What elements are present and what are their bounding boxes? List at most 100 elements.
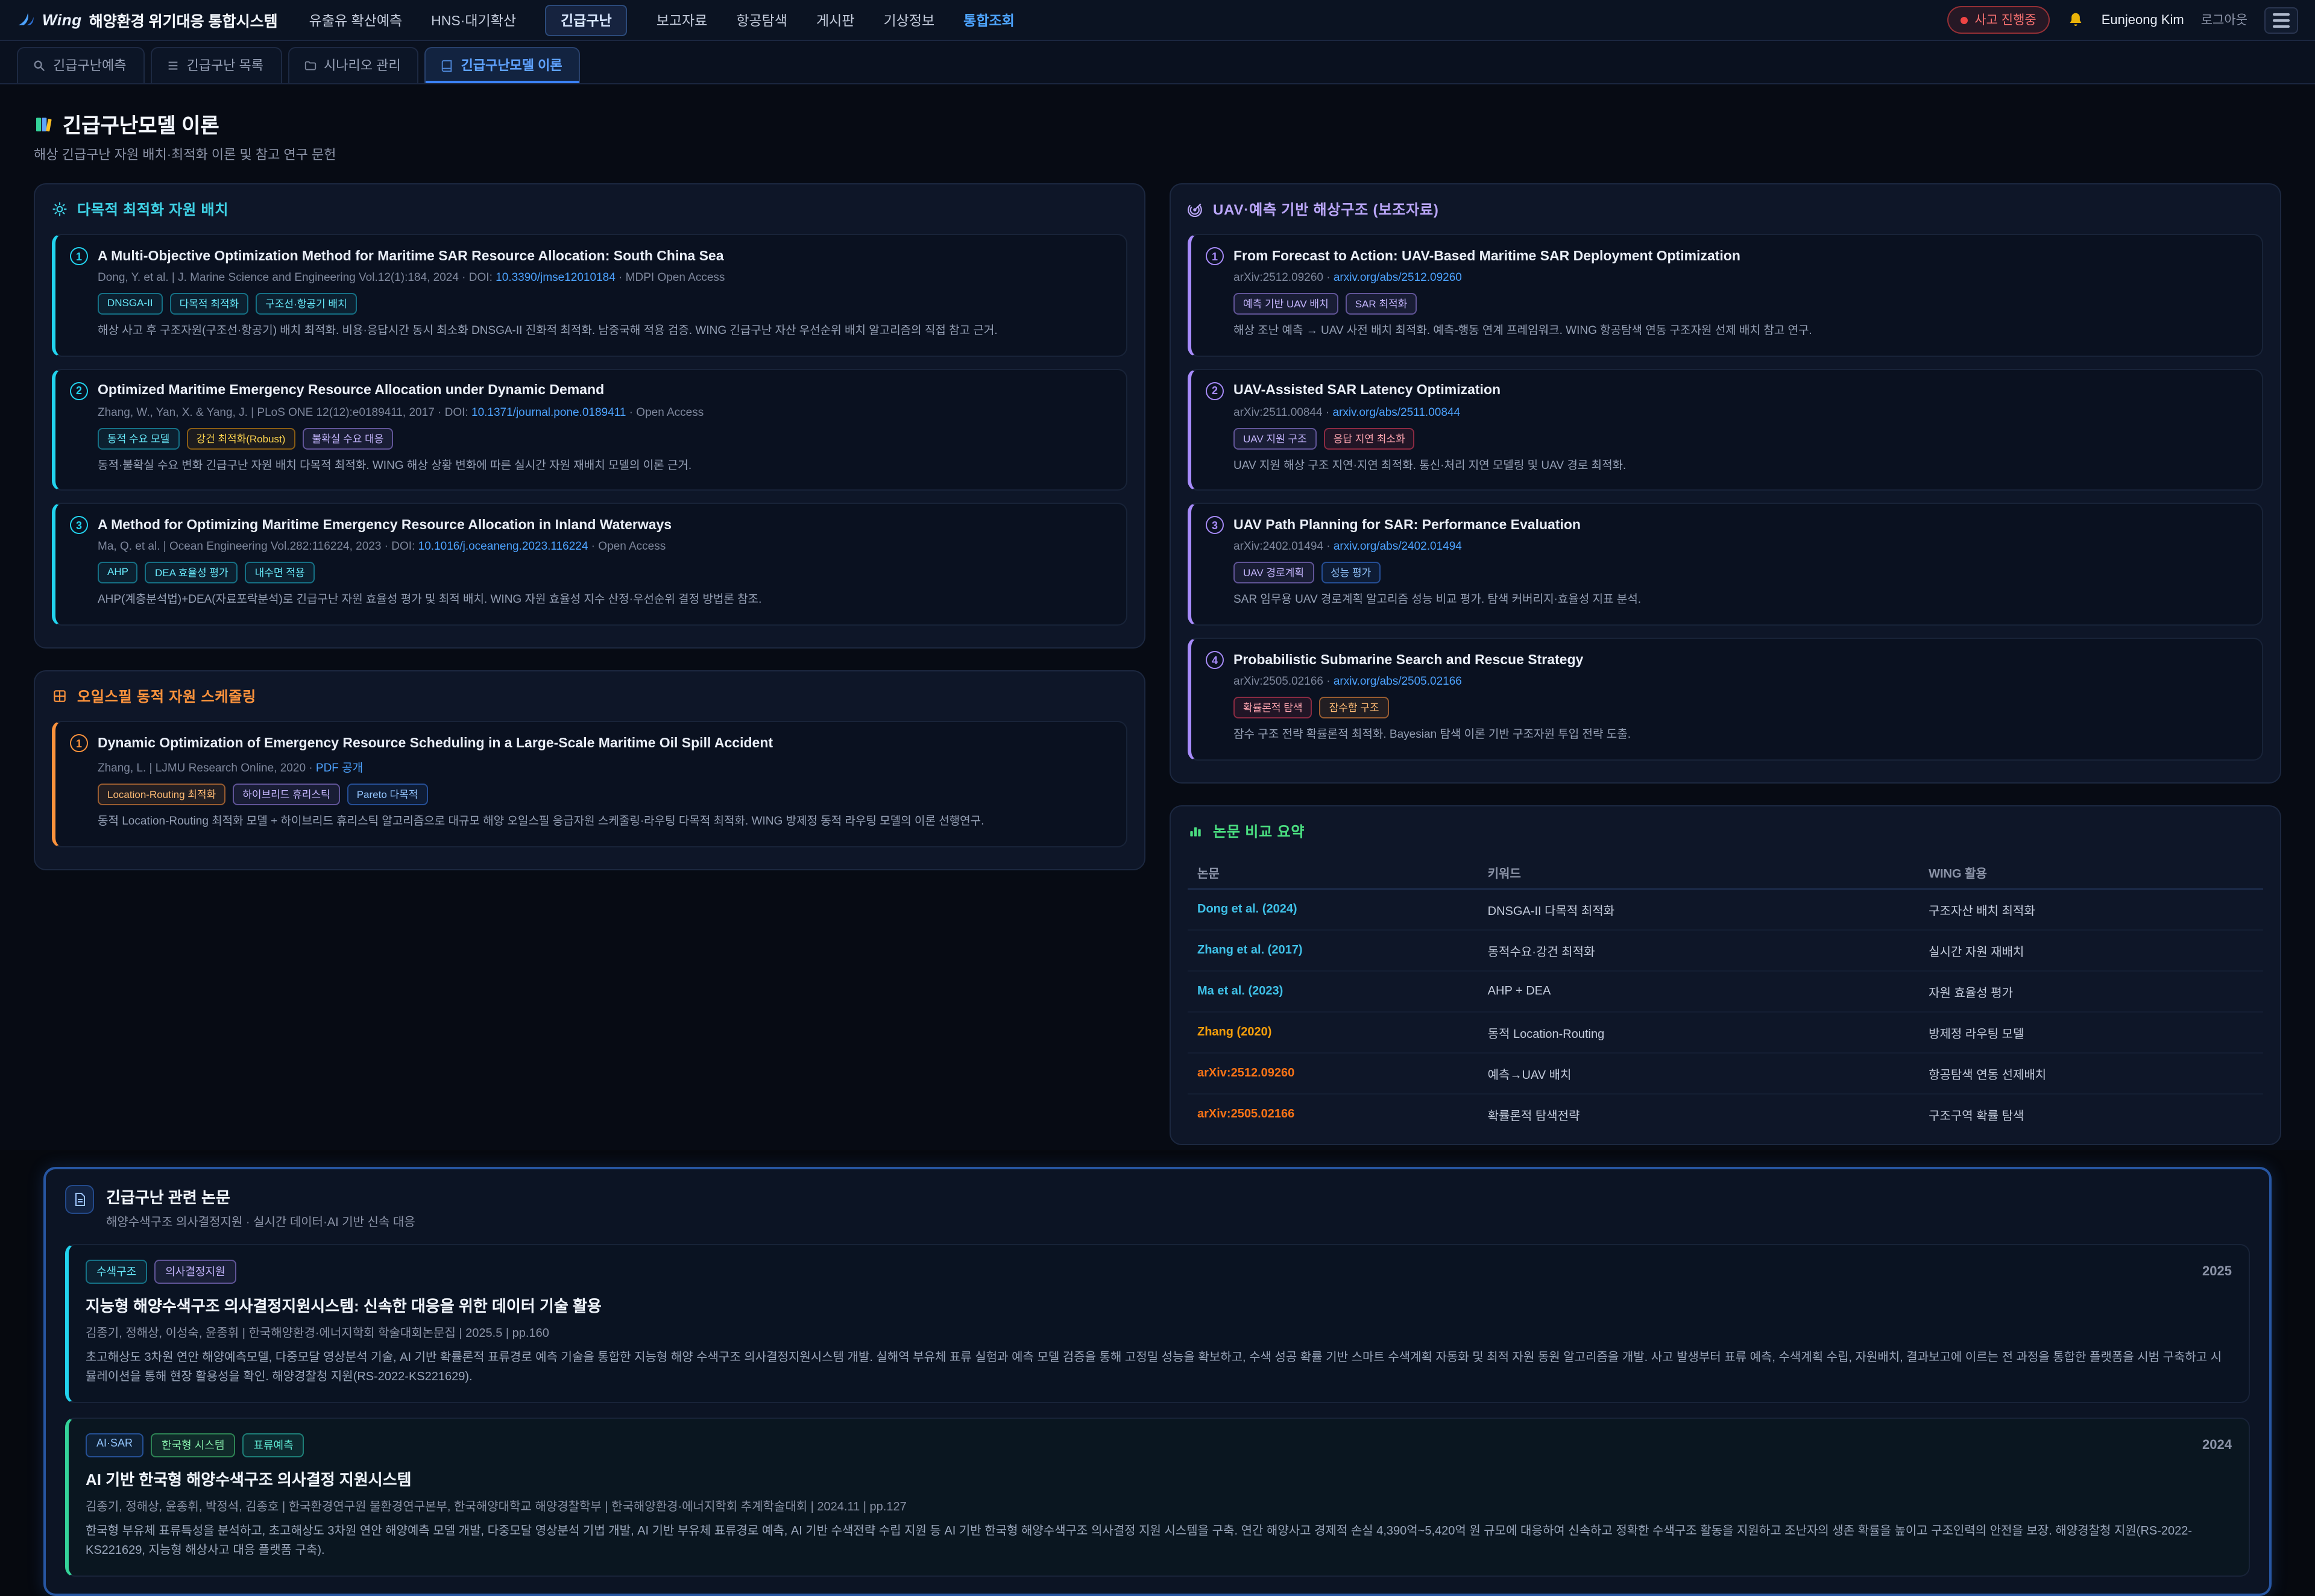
paper-link[interactable]: arXiv:2512.09260 <box>1188 1053 1478 1094</box>
paper-meta: arXiv:2505.02166 · arxiv.org/abs/2505.02… <box>1233 675 2247 688</box>
paper-tags: AHP DEA 효율성 평가 내수면 적용 <box>98 562 1112 584</box>
paper-tags: 예측 기반 UAV 배치 SAR 최적화 <box>1233 293 2247 315</box>
paper-title: Dynamic Optimization of Emergency Resour… <box>98 736 773 750</box>
table-row: arXiv:2512.09260 예측→UAV 배치 항공탐색 연동 선제배치 <box>1188 1053 2263 1094</box>
column-header: WING 활용 <box>1919 856 2263 889</box>
usage-cell: 구조자산 배치 최적화 <box>1919 889 2263 930</box>
publication-year: 2024 <box>2202 1438 2232 1453</box>
usage-cell: 구조구역 확률 탐색 <box>1919 1094 2263 1134</box>
paper-number-badge: 3 <box>1206 517 1224 535</box>
bell-icon[interactable] <box>2067 11 2085 29</box>
keyword-cell: 예측→UAV 배치 <box>1478 1053 1919 1094</box>
related-paper-card: AI·SAR 한국형 시스템 표류예측 2024 AI 기반 한국형 해양수색구… <box>65 1418 2250 1577</box>
tag: 불확실 수요 대응 <box>302 427 393 449</box>
incident-status-badge[interactable]: 사고 진행중 <box>1947 6 2049 34</box>
doi-link[interactable]: 10.1016/j.oceaneng.2023.116224 <box>418 541 588 554</box>
tag: 내수면 적용 <box>245 562 315 584</box>
nav-item-oil-spread[interactable]: 유출유 확산예측 <box>309 10 403 30</box>
search-icon <box>33 58 46 72</box>
table-header-row: 논문 키워드 WING 활용 <box>1188 856 2263 889</box>
paper-tags: 확률론적 탐색 잠수함 구조 <box>1233 697 2247 718</box>
hamburger-menu-button[interactable] <box>2264 7 2298 33</box>
paper-link[interactable]: Ma et al. (2023) <box>1188 971 1478 1012</box>
tag: UAV 지원 구조 <box>1233 427 1317 449</box>
doi-link[interactable]: 10.1371/journal.pone.0189411 <box>471 406 626 419</box>
table-row: Dong et al. (2024) DNSGA-II 다목적 최적화 구조자산… <box>1188 889 2263 930</box>
paper-description: 잠수 구조 전략 확률론적 최적화. Bayesian 탐색 이론 기반 구조자… <box>1233 727 2247 744</box>
radar-icon <box>1188 201 1203 217</box>
nav-item-reports[interactable]: 보고자료 <box>657 10 708 30</box>
tag: SAR 최적화 <box>1346 293 1417 315</box>
page-subtitle: 해상 긴급구난 자원 배치·최적화 이론 및 참고 연구 문헌 <box>34 145 2281 164</box>
arxiv-link[interactable]: arxiv.org/abs/2402.01494 <box>1334 541 1462 554</box>
meta-text: · Open Access <box>626 406 704 419</box>
paper-card: 2 Optimized Maritime Emergency Resource … <box>52 368 1127 491</box>
usage-cell: 방제정 라우팅 모델 <box>1919 1012 2263 1053</box>
tag: 강건 최적화(Robust) <box>186 427 295 449</box>
section-title: UAV·예측 기반 해상구조 (보조자료) <box>1213 199 1439 219</box>
tag: DEA 효율성 평가 <box>145 562 238 584</box>
paper-meta: arXiv:2511.00844 · arxiv.org/abs/2511.00… <box>1233 406 2247 419</box>
section-oil-spill-scheduling: 오일스필 동적 자원 스케줄링 1 Dynamic Optimization o… <box>34 670 1145 870</box>
paper-description: 해상 사고 후 구조자원(구조선·항공기) 배치 최적화. 비용·응답시간 동시… <box>98 323 1112 341</box>
tab-scenario-management[interactable]: 시나리오 관리 <box>288 47 419 83</box>
keyword-cell: 동적수요·강건 최적화 <box>1478 930 1919 971</box>
section-uav-forecast: UAV·예측 기반 해상구조 (보조자료) 1 From Forecast to… <box>1170 183 2281 784</box>
meta-text: Zhang, L. | LJMU Research Online, 2020 · <box>98 762 316 775</box>
publication-year: 2025 <box>2202 1265 2232 1279</box>
entry-tags: AI·SAR 한국형 시스템 표류예측 <box>86 1433 304 1457</box>
nav-item-rescue[interactable]: 긴급구난 <box>545 4 628 36</box>
paper-card: 1 Dynamic Optimization of Emergency Reso… <box>52 721 1127 847</box>
paper-meta: Dong, Y. et al. | J. Marine Science and … <box>98 271 1112 284</box>
meta-text: arXiv:2505.02166 · <box>1233 675 1334 688</box>
table-row: Zhang (2020) 동적 Location-Routing 방제정 라우팅… <box>1188 1012 2263 1053</box>
column-header: 키워드 <box>1478 856 1919 889</box>
logout-button[interactable]: 로그아웃 <box>2201 11 2247 29</box>
usage-cell: 실시간 자원 재배치 <box>1919 930 2263 971</box>
paper-link[interactable]: Zhang et al. (2017) <box>1188 930 1478 971</box>
right-column: UAV·예측 기반 해상구조 (보조자료) 1 From Forecast to… <box>1170 183 2281 1167</box>
wing-logo-icon <box>17 11 35 29</box>
meta-text: · Open Access <box>588 541 666 554</box>
paper-description: SAR 임무용 UAV 경로계획 알고리즘 성능 비교 평가. 탐색 커버리지·… <box>1233 592 2247 610</box>
app-logo[interactable]: Wing 해양환경 위기대응 통합시스템 <box>17 8 278 31</box>
tag: 다목적 최적화 <box>170 293 249 315</box>
keyword-cell: AHP + DEA <box>1478 971 1919 1012</box>
hamburger-icon <box>2273 13 2290 27</box>
doi-link[interactable]: 10.3390/jmse12010184 <box>496 271 616 284</box>
tab-rescue-model-theory[interactable]: 긴급구난모델 이론 <box>425 47 581 83</box>
meta-text: arXiv:2511.00844 · <box>1233 406 1332 419</box>
paper-card: 3 A Method for Optimizing Maritime Emerg… <box>52 503 1127 626</box>
paper-link[interactable]: Zhang (2020) <box>1188 1012 1478 1053</box>
tag: 의사결정지원 <box>154 1260 236 1284</box>
entry-authors: 김종기, 정해상, 이성숙, 윤종휘 | 한국해양환경·에너지학회 학술대회논문… <box>86 1322 2232 1340</box>
main-menu: 유출유 확산예측 HNS·대기확산 긴급구난 보고자료 항공탐색 게시판 기상정… <box>309 4 1015 36</box>
alert-dot-icon <box>1960 16 1967 24</box>
nav-item-board[interactable]: 게시판 <box>816 10 855 30</box>
paper-tags: Location-Routing 최적화 하이브리드 휴리스틱 Pareto 다… <box>98 784 1112 805</box>
books-icon <box>34 114 53 133</box>
tag: 구조선·항공기 배치 <box>256 293 357 315</box>
paper-number-badge: 3 <box>70 517 88 535</box>
tab-rescue-list[interactable]: 긴급구난 목록 <box>150 47 282 83</box>
arxiv-link[interactable]: arxiv.org/abs/2512.09260 <box>1334 271 1462 284</box>
paper-link[interactable]: Dong et al. (2024) <box>1188 889 1478 930</box>
paper-number-badge: 4 <box>1206 651 1224 669</box>
paper-link[interactable]: arXiv:2505.02166 <box>1188 1094 1478 1134</box>
bar-chart-icon <box>1188 823 1203 839</box>
paper-meta: arXiv:2402.01494 · arxiv.org/abs/2402.01… <box>1233 541 2247 554</box>
arxiv-link[interactable]: arxiv.org/abs/2511.00844 <box>1332 406 1460 419</box>
tab-rescue-prediction[interactable]: 긴급구난예측 <box>17 47 144 83</box>
meta-text: Ma, Q. et al. | Ocean Engineering Vol.28… <box>98 541 418 554</box>
arxiv-link[interactable]: arxiv.org/abs/2505.02166 <box>1334 675 1462 688</box>
tag: DNSGA-II <box>98 293 163 315</box>
nav-item-weather[interactable]: 기상정보 <box>884 10 935 30</box>
nav-item-aerial-search[interactable]: 항공탐색 <box>736 10 787 30</box>
pdf-link[interactable]: PDF 공개 <box>316 762 363 775</box>
nav-item-hns[interactable]: HNS·대기확산 <box>431 10 516 30</box>
tab-label: 시나리오 관리 <box>324 55 401 75</box>
entry-title: 지능형 해양수색구조 의사결정지원시스템: 신속한 대응을 위한 데이터 기술 … <box>86 1293 2232 1316</box>
paper-card: 3 UAV Path Planning for SAR: Performance… <box>1188 503 2263 626</box>
sub-tabbar: 긴급구난예측 긴급구난 목록 시나리오 관리 긴급구난모델 이론 <box>0 41 2315 84</box>
nav-item-integrated-search[interactable]: 통합조회 <box>963 10 1015 30</box>
